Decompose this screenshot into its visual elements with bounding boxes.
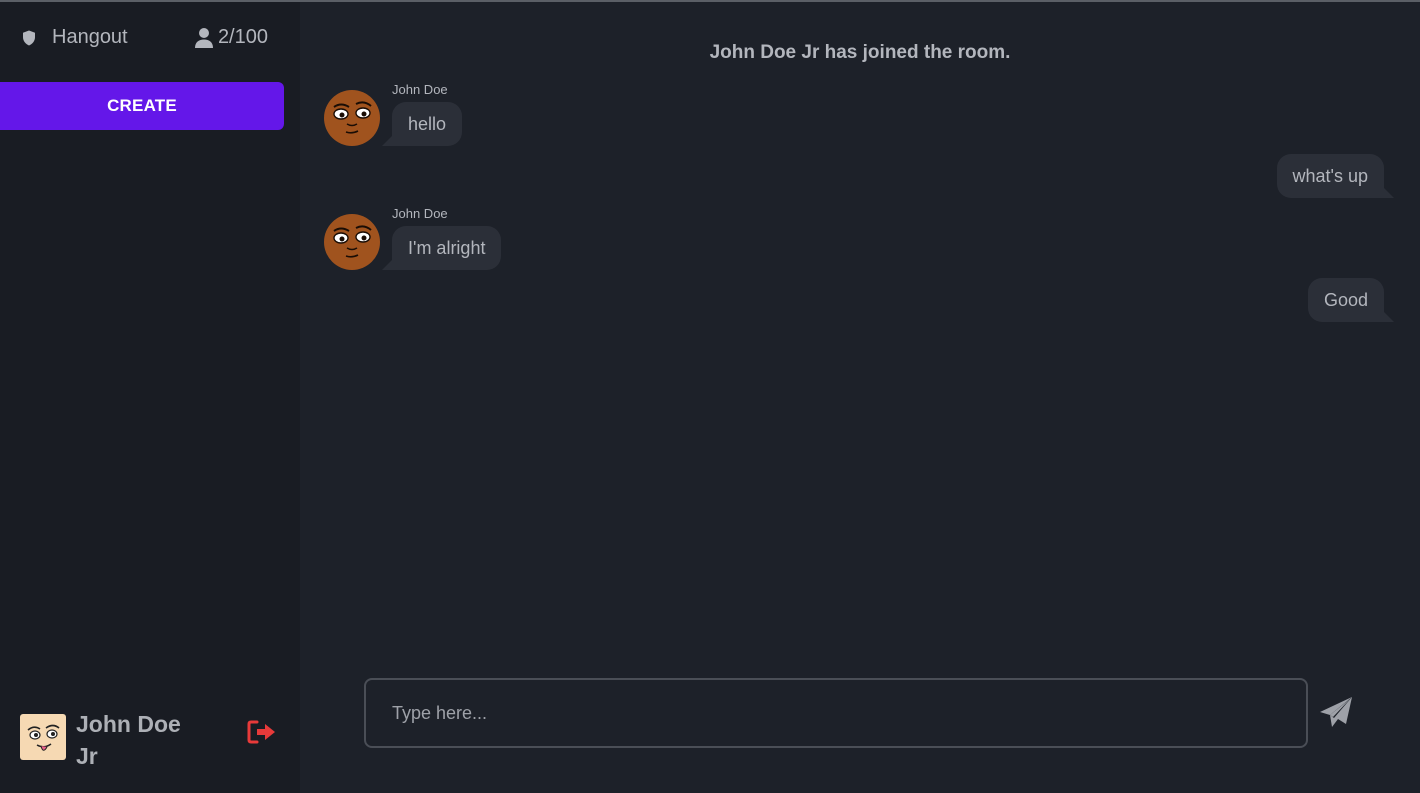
message-bubble-outgoing: Good: [1307, 278, 1395, 322]
current-user-name: John Doe Jr: [76, 711, 181, 769]
logout-icon[interactable]: [246, 719, 278, 745]
room-name-label: Hangout: [52, 26, 128, 48]
paper-plane-icon[interactable]: [1318, 696, 1354, 730]
message-author: John Doe: [392, 82, 448, 97]
create-button[interactable]: CREATE: [0, 82, 284, 130]
chat-panel: John Doe Jr has joined the room. John Do…: [300, 2, 1420, 793]
message-bubble-outgoing: what's up: [1276, 154, 1395, 198]
message-bubble: I'm alright: [381, 226, 502, 270]
message-bubble: hello: [381, 102, 463, 146]
sidebar: Hangout 2/100 CREATE John Doe Jr: [0, 2, 300, 793]
member-count: 2/100: [194, 26, 268, 49]
chat-app: Hangout 2/100 CREATE John Doe Jr John Do…: [0, 0, 1420, 793]
message-composer: [364, 678, 1308, 748]
avatar: [20, 714, 66, 760]
system-message: John Doe Jr has joined the room.: [709, 42, 1011, 63]
room-header: Hangout 2/100: [0, 2, 300, 80]
message-author: John Doe: [392, 206, 448, 221]
avatar: [324, 214, 380, 270]
current-user: John Doe Jr: [20, 708, 206, 772]
room-name[interactable]: Hangout: [20, 26, 128, 49]
avatar: [324, 90, 380, 146]
message-input[interactable]: [366, 680, 1306, 746]
user-icon: [194, 27, 214, 49]
shield-icon: [20, 29, 38, 47]
member-count-label: 2/100: [217, 26, 268, 48]
